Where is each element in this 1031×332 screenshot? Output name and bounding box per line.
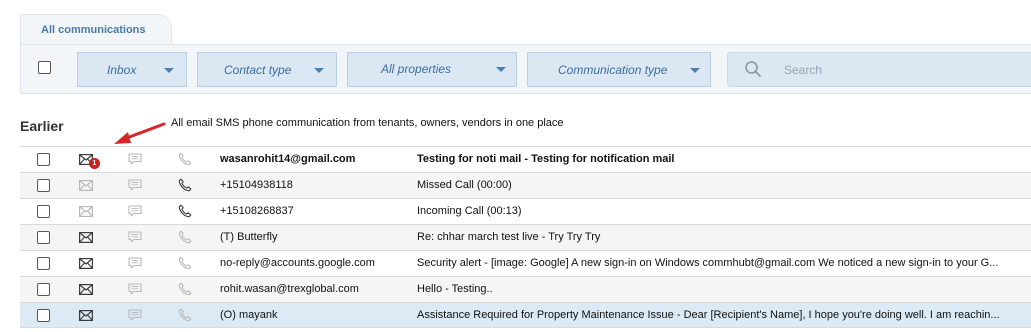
contact-type-dropdown-label: Contact type — [224, 63, 292, 77]
tab-label: All communications — [41, 24, 146, 36]
tab-strip: All communications — [0, 0, 1031, 45]
contact-name[interactable]: wasanrohit14@gmail.com — [220, 153, 355, 165]
sms-icon[interactable] — [128, 257, 142, 269]
row-checkbox[interactable] — [37, 231, 50, 244]
chevron-down-icon — [164, 68, 174, 73]
row-checkbox[interactable] — [37, 205, 50, 218]
chevron-down-icon — [496, 67, 506, 72]
communication-list: 1 wasanrohit14@gmail.com Testing for not… — [20, 146, 1031, 328]
row-checkbox[interactable] — [37, 257, 50, 270]
message-subject[interactable]: Security alert - [image: Google] A new s… — [417, 257, 1031, 269]
row-checkbox[interactable] — [37, 179, 50, 192]
chevron-down-icon — [690, 68, 700, 73]
phone-icon[interactable] — [178, 256, 192, 270]
phone-icon[interactable] — [178, 178, 192, 192]
contact-name[interactable]: +15104938118 — [220, 179, 293, 191]
filter-bar: Inbox Contact type All properties Commun… — [20, 44, 1031, 94]
message-subject[interactable]: Assistance Required for Property Mainten… — [417, 309, 1031, 321]
contact-name[interactable]: +15108268837 — [220, 205, 294, 217]
sms-icon[interactable] — [128, 231, 142, 243]
inbox-dropdown-label: Inbox — [107, 63, 137, 77]
communication-type-dropdown-label: Communication type — [558, 63, 668, 77]
mail-icon[interactable] — [79, 232, 93, 244]
phone-icon[interactable] — [178, 230, 192, 244]
message-subject[interactable]: Hello - Testing.. — [417, 283, 1031, 295]
list-item[interactable]: +15108268837 Incoming Call (00:13) — [20, 198, 1031, 224]
phone-icon[interactable] — [178, 308, 192, 322]
message-subject[interactable]: Testing for noti mail - Testing for noti… — [417, 153, 1031, 165]
all-properties-dropdown-label: All properties — [381, 62, 452, 76]
message-subject[interactable]: Missed Call (00:00) — [417, 179, 1031, 191]
contact-name[interactable]: (O) mayank — [220, 309, 277, 321]
list-item[interactable]: no-reply@accounts.google.com Security al… — [20, 250, 1031, 276]
mail-icon[interactable] — [79, 310, 93, 322]
chevron-down-icon — [314, 68, 324, 73]
row-checkbox[interactable] — [37, 309, 50, 322]
sms-icon[interactable] — [128, 179, 142, 191]
select-all-checkbox[interactable] — [38, 61, 51, 74]
row-checkbox[interactable] — [37, 283, 50, 296]
contact-name[interactable]: rohit.wasan@trexglobal.com — [220, 283, 359, 295]
mail-icon[interactable] — [79, 206, 93, 218]
list-item[interactable]: +15104938118 Missed Call (00:00) — [20, 172, 1031, 198]
unread-count-badge: 1 — [89, 158, 100, 169]
search-input[interactable]: Search — [727, 52, 1031, 87]
list-item[interactable]: rohit.wasan@trexglobal.com Hello - Testi… — [20, 276, 1031, 302]
all-properties-dropdown[interactable]: All properties — [347, 52, 517, 87]
contact-type-dropdown[interactable]: Contact type — [197, 52, 337, 87]
list-item[interactable]: (T) Butterfly Re: chhar march test live … — [20, 224, 1031, 250]
annotation-text: All email SMS phone communication from t… — [171, 117, 564, 129]
message-subject[interactable]: Incoming Call (00:13) — [417, 205, 1031, 217]
row-checkbox[interactable] — [37, 153, 50, 166]
message-subject[interactable]: Re: chhar march test live - Try Try Try — [417, 231, 1031, 243]
contact-name[interactable]: no-reply@accounts.google.com — [220, 257, 375, 269]
sms-icon[interactable] — [128, 283, 142, 295]
phone-icon[interactable] — [178, 282, 192, 296]
search-placeholder: Search — [784, 63, 823, 77]
tab-all-communications[interactable]: All communications — [20, 14, 172, 45]
list-item[interactable]: (O) mayank Assistance Required for Prope… — [20, 302, 1031, 328]
search-icon — [744, 60, 762, 78]
list-item[interactable]: 1 wasanrohit14@gmail.com Testing for not… — [20, 146, 1031, 172]
phone-icon[interactable] — [178, 152, 192, 166]
sms-icon[interactable] — [128, 309, 142, 321]
section-heading: Earlier — [20, 118, 64, 134]
mail-icon[interactable] — [79, 284, 93, 296]
sms-icon[interactable] — [128, 205, 142, 217]
communication-type-dropdown[interactable]: Communication type — [527, 52, 711, 87]
phone-icon[interactable] — [178, 204, 192, 218]
mail-icon[interactable] — [79, 180, 93, 192]
sms-icon[interactable] — [128, 153, 142, 165]
mail-icon[interactable] — [79, 258, 93, 270]
inbox-dropdown[interactable]: Inbox — [77, 52, 187, 87]
contact-name[interactable]: (T) Butterfly — [220, 231, 277, 243]
